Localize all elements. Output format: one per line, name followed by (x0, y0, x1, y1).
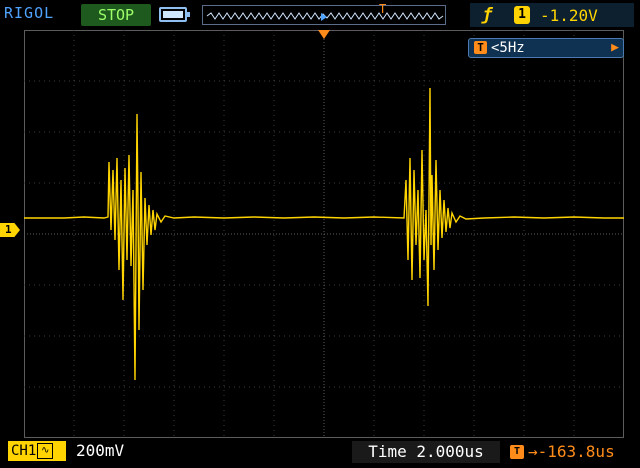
ch1-ground-marker[interactable]: 1 (0, 223, 20, 237)
offset-value: →-163.8us (528, 442, 615, 461)
trigger-level: -1.20V (540, 6, 598, 25)
ch1-channel-label[interactable]: CH1 ∿ (8, 441, 66, 461)
trigger-offset-icon: T (510, 445, 524, 459)
ac-coupling-icon: ∿ (37, 443, 54, 459)
memory-position-icon (321, 13, 327, 21)
horizontal-offset[interactable]: T →-163.8us (506, 441, 634, 463)
trigger-source-badge: 1 (514, 6, 530, 24)
freq-counter-icon: T (474, 41, 487, 54)
brand-logo: RIGOL (4, 4, 55, 22)
play-arrow-icon: ▶ (611, 40, 619, 55)
trigger-position-marker-icon (318, 30, 330, 39)
top-status-bar: RIGOL STOP T ƒ 1 -1.20V (0, 0, 640, 30)
rising-edge-icon: ƒ (482, 5, 493, 25)
battery-icon (159, 7, 190, 22)
volts-per-div[interactable]: 200mV (76, 441, 124, 461)
memory-trigger-marker: T (379, 2, 387, 16)
bottom-status-bar: CH1 ∿ 200mV Time 2.000us T →-163.8us (0, 438, 640, 468)
memory-waveform-icon (206, 12, 444, 21)
timebase[interactable]: Time 2.000us (352, 441, 500, 463)
frequency-counter[interactable]: T <5Hz ▶ (468, 38, 624, 58)
memory-overview-bar[interactable]: T (202, 2, 446, 25)
waveform-display: T <5Hz ▶ (24, 30, 624, 438)
ch1-label-text: CH1 (11, 443, 37, 459)
trigger-info[interactable]: ƒ 1 -1.20V (470, 3, 634, 27)
graticule (24, 30, 624, 438)
freq-counter-value: <5Hz (491, 40, 525, 56)
run-stop-status[interactable]: STOP (81, 4, 151, 26)
